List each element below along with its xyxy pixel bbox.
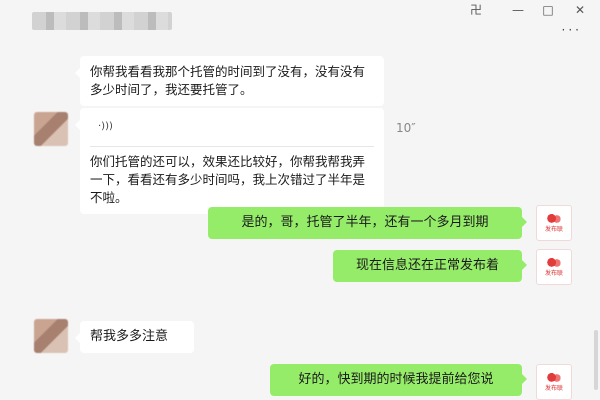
- brand-logo-text: 发布联: [544, 269, 563, 277]
- more-options-icon[interactable]: ···: [562, 24, 582, 36]
- message-text: 你帮我看看我那个托管的时间到了没有，没有没有多少时间了，我还要托管了。: [90, 64, 366, 97]
- avatar[interactable]: 发布联: [536, 249, 572, 285]
- avatar[interactable]: [34, 319, 68, 353]
- message-text: 你们托管的还可以，效果还比较好，你帮我帮我弄一下，看看还有多少时间吗，我上次错过…: [90, 154, 366, 205]
- brand-logo-text: 发布联: [544, 384, 563, 392]
- brand-logo-icon: [546, 371, 562, 384]
- message-text: 好的，快到期的时候我提前给您说: [298, 372, 494, 387]
- minimize-button[interactable]: —: [508, 2, 528, 18]
- brand-logo-text: 发布联: [544, 225, 563, 233]
- voice-duration: 10″: [396, 121, 416, 135]
- message-bubble-peer[interactable]: 帮我多多注意: [75, 321, 194, 353]
- voice-icon[interactable]: ·))): [98, 118, 374, 136]
- maximize-button[interactable]: □: [538, 2, 558, 18]
- message-bubble-peer[interactable]: 你帮我看看我那个托管的时间到了没有，没有没有多少时间了，我还要托管了。: [75, 56, 384, 106]
- brand-logo-icon: [546, 212, 562, 225]
- message-text: 现在信息还在正常发布着: [355, 258, 499, 273]
- message-bubble-peer-voice[interactable]: ·))) 你们托管的还可以，效果还比较好，你帮我帮我弄一下，看看还有多少时间吗，…: [75, 108, 384, 214]
- avatar[interactable]: 发布联: [536, 205, 572, 241]
- avatar[interactable]: [34, 112, 68, 146]
- title-bar: 卍 — □ ✕ ···: [0, 0, 600, 46]
- scrollbar[interactable]: [594, 330, 598, 390]
- close-button[interactable]: ✕: [570, 2, 590, 18]
- divider: [90, 146, 374, 147]
- message-bubble-self[interactable]: 好的，快到期的时候我提前给您说: [270, 364, 527, 396]
- message-bubble-self[interactable]: 是的，哥，托管了半年，还有一个多月到期: [208, 207, 527, 239]
- message-text: 帮我多多注意: [90, 329, 169, 344]
- avatar[interactable]: 发布联: [536, 364, 572, 400]
- brand-logo-icon: [546, 256, 562, 269]
- chat-title-blurred: [32, 12, 172, 30]
- message-bubble-self[interactable]: 现在信息还在正常发布着: [333, 250, 527, 282]
- message-text: 是的，哥，托管了半年，还有一个多月到期: [241, 215, 489, 230]
- pin-icon[interactable]: 卍: [466, 2, 486, 18]
